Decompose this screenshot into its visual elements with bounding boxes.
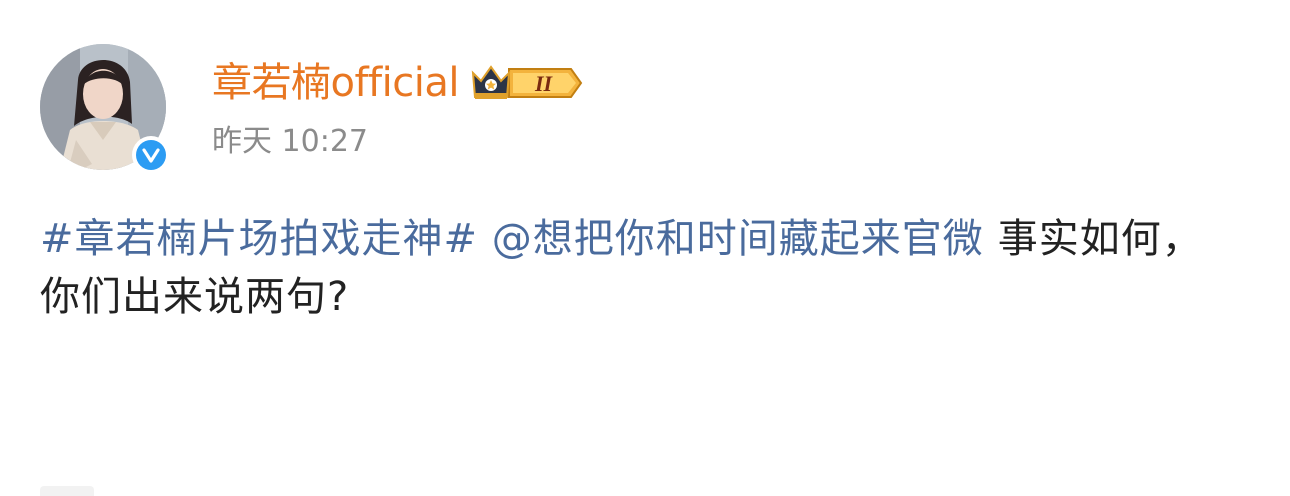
- verified-check-icon: [136, 140, 166, 170]
- badge-level: II: [534, 71, 554, 96]
- username[interactable]: 章若楠official: [212, 58, 459, 108]
- post-timestamp[interactable]: 昨天 10:27: [212, 122, 368, 162]
- hashtag-link[interactable]: #章若楠片场拍戏走神#: [40, 216, 478, 262]
- crown-level-icon[interactable]: II: [469, 61, 585, 105]
- post-header: 章若楠official II 昨天 10:27: [40, 44, 1240, 174]
- post-content: #章若楠片场拍戏走神# @想把你和时间藏起来官微 事实如何，你们出来说两句?: [40, 210, 1240, 326]
- username-row: 章若楠official II: [212, 58, 585, 108]
- verified-badge: [132, 136, 170, 174]
- next-card-edge: [40, 486, 94, 496]
- avatar[interactable]: [40, 44, 170, 174]
- mention-link[interactable]: @想把你和时间藏起来官微: [492, 216, 984, 262]
